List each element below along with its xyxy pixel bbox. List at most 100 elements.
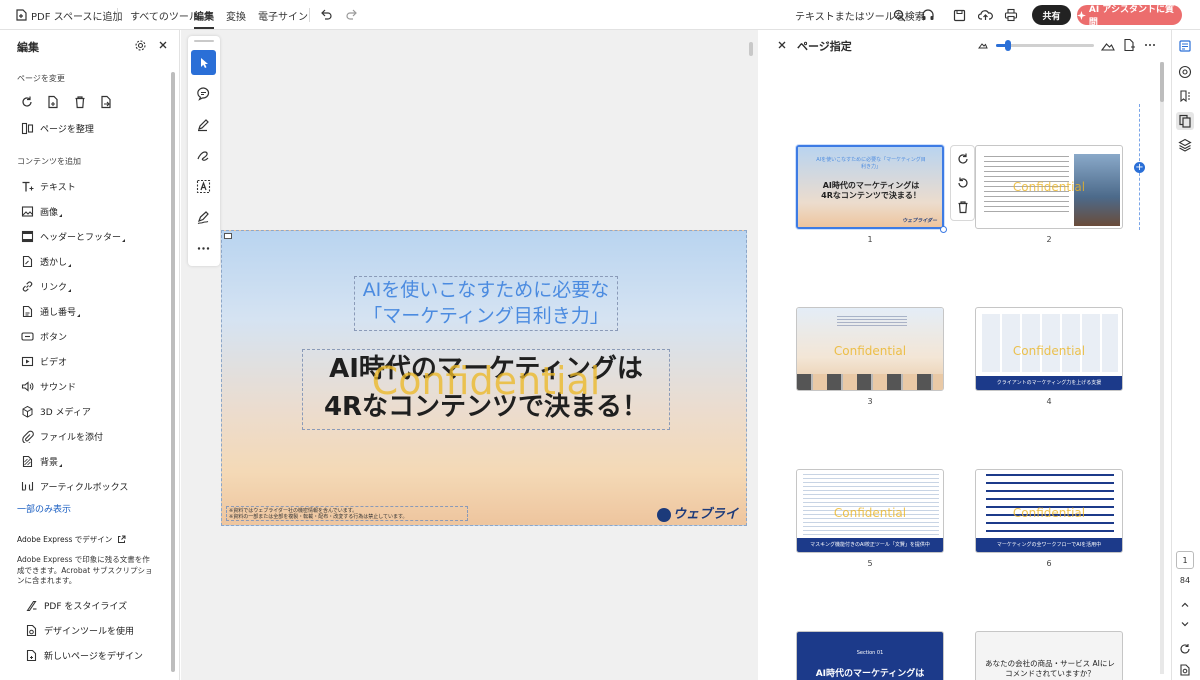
external-link-icon[interactable] — [117, 535, 126, 544]
rotate-clockwise-icon[interactable] — [956, 152, 970, 166]
search-icon[interactable] — [890, 6, 908, 24]
thumb-screenshot — [803, 474, 939, 536]
subtitle-line2: 「マーケティング目利き力」 — [363, 305, 609, 327]
confidential-watermark: Confidential — [371, 359, 601, 403]
thumb-section-label: Section 01 — [856, 650, 884, 656]
rotate-counterclockwise-icon[interactable] — [956, 176, 970, 190]
page-zoom-icon[interactable] — [1176, 661, 1194, 679]
link-item[interactable]: リンク — [20, 276, 72, 296]
drag-handle[interactable] — [194, 40, 214, 42]
print-icon[interactable] — [1002, 6, 1020, 24]
comment-at-icon[interactable] — [1176, 63, 1194, 81]
submenu-indicator — [77, 313, 81, 317]
rotate-icon[interactable] — [20, 95, 34, 109]
current-page-input[interactable]: 1 — [1176, 551, 1194, 569]
more-icon — [197, 247, 210, 250]
scrollbar-thumb[interactable] — [1160, 62, 1164, 102]
layers-icon[interactable] — [1176, 136, 1194, 154]
draw-tool[interactable] — [191, 143, 216, 168]
delete-page-icon[interactable] — [956, 200, 970, 214]
page-thumbnail-5[interactable]: Confidential マスキング機能付きのAI校正ツール「文賢」を提供中 — [796, 469, 944, 553]
submenu-indicator — [122, 238, 126, 242]
thumb-title: AI時代のマーケティングは — [815, 669, 925, 679]
page-number-label: 4 — [1046, 397, 1052, 406]
background-item[interactable]: 背景 — [20, 451, 63, 471]
select-tool[interactable] — [191, 50, 216, 75]
show-less-link[interactable]: 一部のみ表示 — [17, 502, 71, 515]
bookmark-icon[interactable] — [1176, 87, 1194, 105]
video-item[interactable]: ビデオ — [20, 351, 67, 371]
menu-esign[interactable]: 電子サイン — [258, 0, 308, 30]
undo-icon[interactable] — [317, 6, 335, 24]
attach-file-item[interactable]: ファイルを添付 — [20, 426, 103, 446]
design-tools-item[interactable]: デザインツールを使用 — [24, 620, 134, 640]
insert-page-icon[interactable] — [1123, 38, 1136, 52]
close-icon[interactable] — [157, 39, 169, 51]
page-thumbnail-4[interactable]: Confidential クライアントのマーケティング力を上げる支援 — [975, 307, 1123, 391]
ai-assistant-button[interactable]: AI アシスタントに質問 — [1077, 5, 1182, 28]
subtitle-line1: AIを使いこなすために必要な — [362, 279, 610, 301]
page-thumbnails-icon[interactable] — [1176, 112, 1194, 130]
chevron-down-icon[interactable] — [1176, 615, 1194, 633]
page-number-label: 5 — [867, 559, 873, 568]
page-thumbnail-2[interactable]: Confidential — [975, 145, 1123, 229]
slide-subtitle[interactable]: AIを使いこなすために必要な 「マーケティング目利き力」 — [354, 276, 618, 331]
insert-page-plus-icon[interactable]: + — [1134, 162, 1145, 173]
pdf-page[interactable]: AIを使いこなすために必要な 「マーケティング目利き力」 AI時代のマーケティン… — [221, 230, 747, 526]
page-thumbnail-1[interactable]: AIを使いこなすために必要な「マーケティング目利き力」 AI時代のマーケティング… — [796, 145, 944, 229]
page-thumbnail-7[interactable]: Section 01 AI時代のマーケティングは — [796, 631, 944, 680]
thumbnails-title: ページ指定 — [797, 40, 852, 53]
ai-summary-icon[interactable] — [1176, 37, 1194, 55]
button-item[interactable]: ボタン — [20, 326, 67, 346]
add-text-item[interactable]: テキスト — [20, 176, 76, 196]
canvas-scrollbar[interactable] — [749, 42, 753, 56]
share-button[interactable]: 共有 — [1032, 5, 1071, 25]
slider-knob[interactable] — [1005, 40, 1011, 51]
thumbnail-size-slider[interactable] — [996, 40, 1094, 51]
refresh-icon[interactable] — [1176, 640, 1194, 658]
sound-item[interactable]: サウンド — [20, 376, 76, 396]
menu-all-tools[interactable]: すべてのツール — [130, 0, 199, 30]
panel-title: 編集 — [17, 41, 39, 54]
thumbnails-scrollbar[interactable] — [1160, 62, 1164, 674]
design-tools-icon — [24, 623, 38, 637]
add-image-item[interactable]: 画像 — [20, 201, 63, 221]
add-to-space-button[interactable]: PDF スペースに追加 — [31, 0, 122, 30]
stylize-pdf-item[interactable]: PDF をスタイライズ — [24, 595, 127, 615]
paperclip-icon — [20, 429, 34, 443]
page-thumbnail-3[interactable]: Confidential — [796, 307, 944, 391]
save-icon[interactable] — [950, 6, 968, 24]
page-thumbnail-6[interactable]: Confidential マーケティングの全ワークフローでAIを活用中 — [975, 469, 1123, 553]
menu-edit[interactable]: 編集 — [194, 0, 214, 30]
extract-page-icon[interactable] — [99, 95, 113, 109]
article-box-item[interactable]: アーティクルボックス — [20, 476, 128, 496]
more-options-icon[interactable] — [1144, 39, 1156, 51]
slide-notes[interactable]: ※資料ではウェブライダー社の機密情報を含んでいます。 ※資料の一部または全部を複… — [226, 506, 468, 521]
cloud-upload-icon[interactable] — [976, 6, 994, 24]
organize-label: ページを整理 — [40, 124, 94, 135]
watermark-item[interactable]: 透かし — [20, 251, 72, 271]
left-panel-scrollbar[interactable] — [171, 72, 175, 672]
delete-page-icon[interactable] — [73, 95, 87, 109]
3d-media-item[interactable]: 3D メディア — [20, 401, 91, 421]
new-page-design-item[interactable]: 新しいページをデザイン — [24, 645, 143, 665]
settings-icon[interactable] — [134, 39, 147, 52]
insert-page-icon[interactable] — [46, 95, 60, 109]
header-footer-item[interactable]: ヘッダーとフッター — [20, 226, 126, 246]
organize-pages-item[interactable]: ページを整理 — [20, 118, 94, 138]
zoom-in-icon[interactable] — [1101, 38, 1115, 52]
comment-tool[interactable] — [191, 81, 216, 106]
chevron-up-icon[interactable] — [1176, 596, 1194, 614]
headphones-icon[interactable] — [919, 6, 937, 24]
page-thumbnail-8[interactable]: あなたの会社の商品・サービス AIにレコメンドされていますか？ — [975, 631, 1123, 680]
bates-number-item[interactable]: 通し番号 — [20, 301, 81, 321]
sign-tool[interactable] — [191, 205, 216, 230]
thumbnail-resize-handle[interactable] — [940, 226, 947, 233]
menu-convert[interactable]: 変換 — [226, 0, 246, 30]
close-panel-icon[interactable] — [776, 39, 788, 51]
zoom-out-icon[interactable] — [978, 40, 988, 50]
highlight-tool[interactable] — [191, 112, 216, 137]
redo-icon[interactable] — [343, 6, 361, 24]
text-box-tool[interactable] — [191, 174, 216, 199]
more-tools[interactable] — [191, 236, 216, 261]
